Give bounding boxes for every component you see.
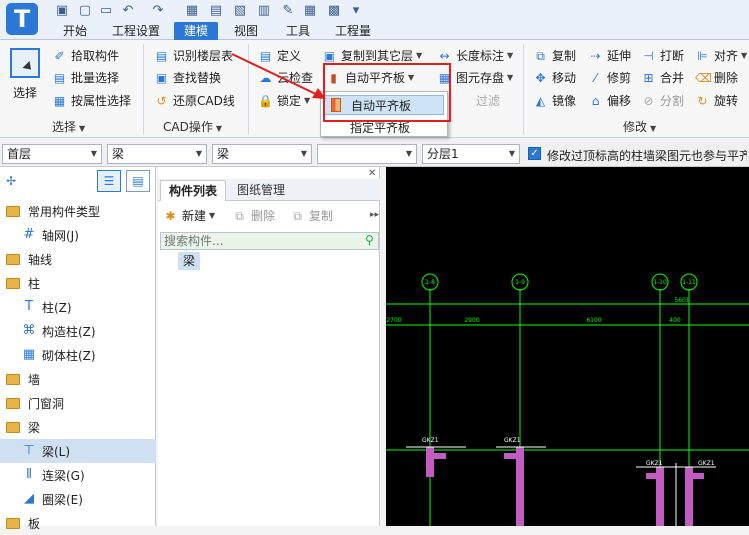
annotation-arrow (231, 53, 326, 99)
